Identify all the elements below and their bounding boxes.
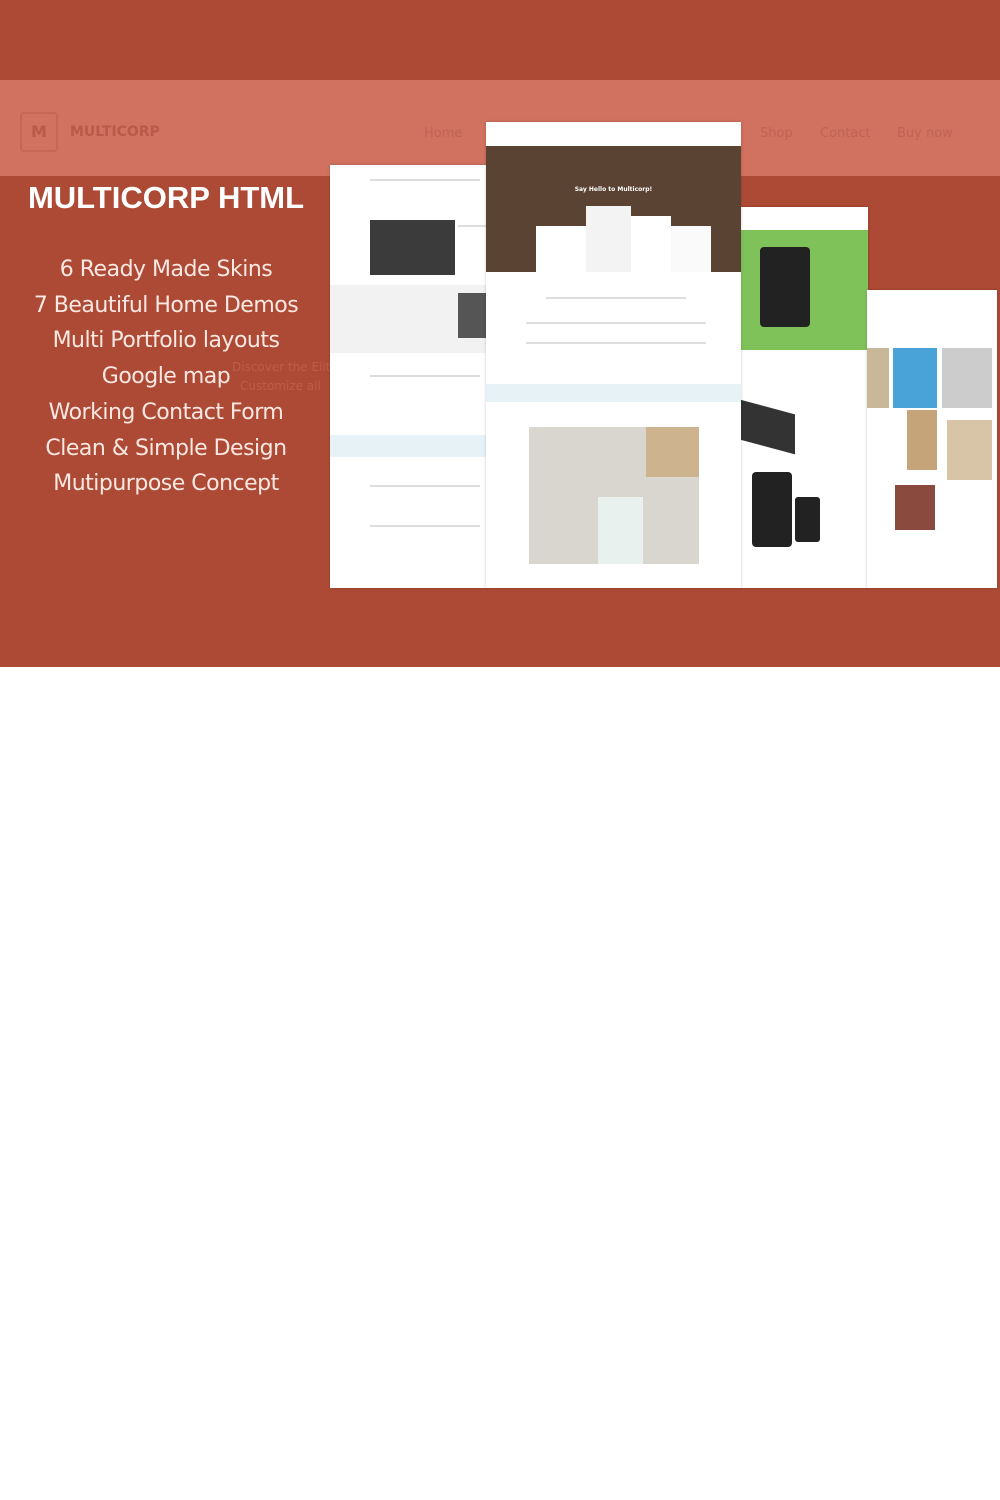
feature-item: Multi Portfolio layouts bbox=[52, 328, 280, 354]
nav-buy-now[interactable]: Buy now bbox=[897, 126, 953, 141]
nav-contact[interactable]: Contact bbox=[820, 126, 871, 141]
feature-list: 6 Ready Made Skins 7 Beautiful Home Demo… bbox=[0, 252, 332, 502]
logo-icon: M bbox=[20, 112, 58, 152]
feature-item: Google map bbox=[101, 364, 231, 390]
feature-item: Mutipurpose Concept bbox=[53, 471, 279, 497]
nav-home[interactable]: Home bbox=[424, 126, 462, 141]
mockup-portfolio-page bbox=[867, 290, 997, 588]
feature-item: Working Contact Form bbox=[48, 399, 284, 425]
feature-item: Clean & Simple Design bbox=[45, 435, 287, 461]
promo-banner: M MULTICORP Home Shop Contact Buy now Di… bbox=[0, 0, 1000, 667]
feature-item: 7 Beautiful Home Demos bbox=[33, 292, 299, 318]
nav-shop[interactable]: Shop bbox=[760, 126, 793, 141]
mockup-home-page: Say Hello to Multicorp! bbox=[486, 122, 741, 588]
mockup-tablet-page bbox=[740, 207, 868, 588]
promo-title: MULTICORP HTML bbox=[27, 180, 305, 215]
hero-title: Say Hello to Multicorp! bbox=[574, 186, 653, 193]
feature-item: 6 Ready Made Skins bbox=[59, 257, 273, 282]
mockup-about-page bbox=[330, 165, 487, 588]
hero-brown: Say Hello to Multicorp! bbox=[486, 146, 741, 272]
logo-text: MULTICORP bbox=[70, 124, 160, 140]
